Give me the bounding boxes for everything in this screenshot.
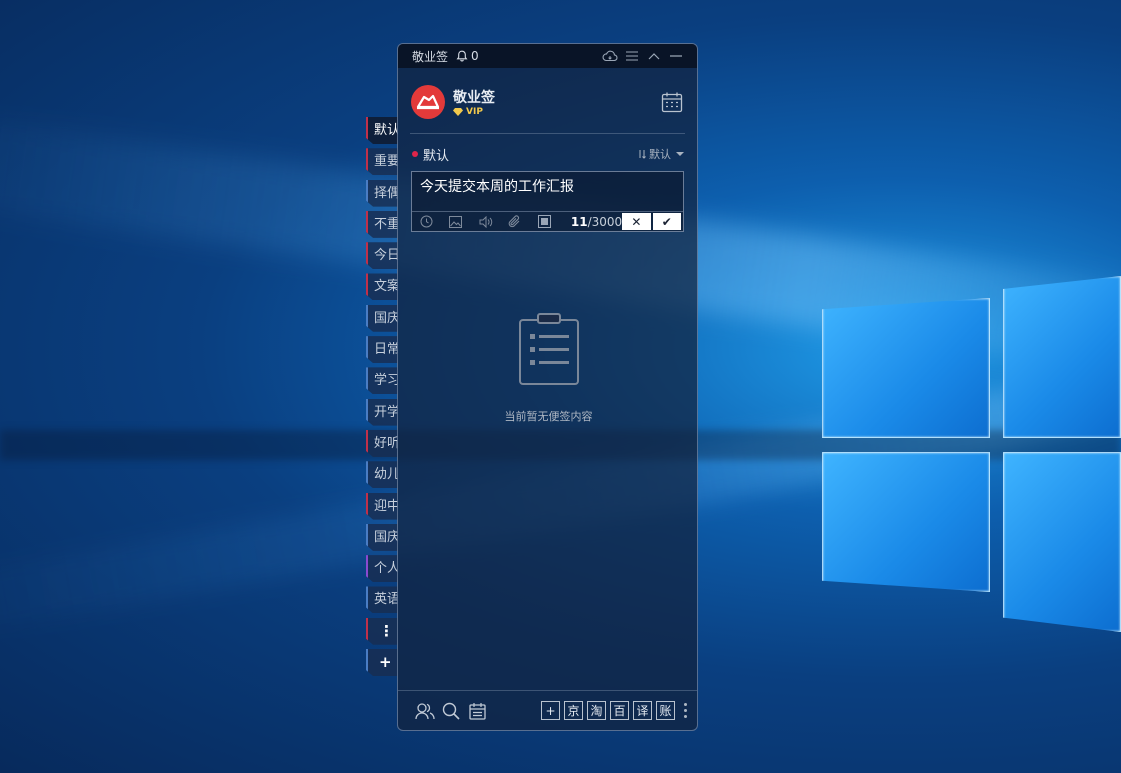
minimize-icon xyxy=(670,55,682,57)
reminder-button[interactable] xyxy=(420,212,449,231)
calendar-button[interactable] xyxy=(660,90,684,114)
clock-icon xyxy=(420,215,433,228)
users-icon xyxy=(415,702,435,719)
quick-add-button[interactable]: + xyxy=(541,701,560,720)
note-editor: 今天提交本周的工作汇报 11/3000 ✕ ✔ xyxy=(411,171,684,232)
chevron-down-icon xyxy=(676,152,684,156)
tab-category[interactable]: 文案 xyxy=(366,273,398,301)
speaker-icon xyxy=(479,215,492,228)
char-counter: 11/3000 xyxy=(571,215,622,229)
bottom-toolbar: + 京 淘 百 译 账 xyxy=(398,690,697,730)
team-button[interactable] xyxy=(412,699,438,723)
notification-button[interactable]: 0 xyxy=(456,49,479,63)
tab-category[interactable]: 今日 xyxy=(366,242,398,270)
group-row: 默认 默认 xyxy=(398,134,697,164)
sort-dropdown[interactable]: 默认 xyxy=(638,146,684,162)
quick-link-taobao[interactable]: 淘 xyxy=(587,701,606,720)
menu-icon xyxy=(626,51,638,61)
tab-category[interactable]: 个人 xyxy=(366,555,398,583)
tab-category[interactable]: 不重 xyxy=(366,210,398,238)
clipboard-icon xyxy=(518,313,579,385)
group-color-dot xyxy=(412,151,418,157)
app-logo-icon xyxy=(416,94,440,110)
char-count: 11 xyxy=(570,214,588,229)
app-window: 敬业签 0 敬业签 VIP 默认 默认 今天提交本周的工作汇报 11/3000 … xyxy=(397,43,698,731)
image-icon xyxy=(449,215,463,228)
quick-link-account[interactable]: 账 xyxy=(656,701,675,720)
notification-count: 0 xyxy=(471,49,479,63)
user-name: 敬业签 xyxy=(453,90,495,106)
vip-label: VIP xyxy=(466,107,483,117)
attach-button[interactable] xyxy=(508,212,537,231)
tab-category[interactable]: 择偶 xyxy=(366,179,398,207)
tab-category[interactable]: 国庆 xyxy=(366,523,398,551)
paperclip-icon xyxy=(508,215,520,228)
quick-link-jd[interactable]: 京 xyxy=(564,701,583,720)
tab-category[interactable]: 开学 xyxy=(366,398,398,426)
sort-icon xyxy=(639,150,646,159)
note-input[interactable]: 今天提交本周的工作汇报 xyxy=(412,172,683,212)
calendar-icon xyxy=(661,92,683,113)
search-button[interactable] xyxy=(438,699,464,723)
group-title: 默认 xyxy=(423,148,450,164)
tab-category[interactable]: 重要 xyxy=(366,148,398,176)
avatar[interactable] xyxy=(411,85,445,119)
tab-category[interactable]: 默认 xyxy=(366,117,398,144)
search-icon xyxy=(442,702,460,720)
calendar-icon xyxy=(468,702,486,720)
bell-icon xyxy=(456,50,468,62)
more-options-icon[interactable] xyxy=(679,703,691,718)
confirm-button[interactable]: ✔ xyxy=(652,213,681,230)
windows-logo-pane xyxy=(822,452,990,592)
square-icon xyxy=(537,215,551,228)
quick-link-baidu[interactable]: 百 xyxy=(610,701,629,720)
category-tabs: 默认 重要 择偶 不重 今日 文案 国庆 日常 学习 开学 好听 幼儿 迎中 国… xyxy=(366,117,398,680)
diamond-icon xyxy=(453,108,463,116)
cloud-sync-button[interactable] xyxy=(599,44,621,68)
user-header: 敬业签 VIP xyxy=(398,68,697,126)
collapse-button[interactable] xyxy=(643,44,665,68)
tab-category[interactable]: 学习 xyxy=(366,367,398,395)
tab-category[interactable]: 日常 xyxy=(366,336,398,364)
chevron-up-icon xyxy=(648,53,660,60)
calendar-list-button[interactable] xyxy=(464,699,490,723)
tab-category[interactable]: 国庆 xyxy=(366,304,398,332)
audio-button[interactable] xyxy=(479,212,508,231)
empty-state: 当前暂无便签内容 xyxy=(398,312,697,424)
cancel-button[interactable]: ✕ xyxy=(622,213,651,230)
tab-category[interactable]: 英语 xyxy=(366,586,398,614)
tab-category[interactable]: 幼儿 xyxy=(366,461,398,489)
minimize-button[interactable] xyxy=(665,44,687,68)
image-button[interactable] xyxy=(449,212,478,231)
tab-category[interactable]: 好听 xyxy=(366,429,398,457)
empty-message: 当前暂无便签内容 xyxy=(504,410,593,423)
tab-add-button[interactable]: + xyxy=(366,649,398,677)
windows-logo-pane xyxy=(1003,276,1121,438)
cloud-icon xyxy=(602,50,618,62)
title-bar[interactable]: 敬业签 0 xyxy=(398,44,697,68)
char-max: /3000 xyxy=(587,214,623,229)
vip-badge: VIP xyxy=(453,107,495,117)
sort-label: 默认 xyxy=(649,148,671,161)
windows-logo-pane xyxy=(822,298,990,438)
app-title: 敬业签 xyxy=(412,49,449,64)
tab-category[interactable]: 迎中 xyxy=(366,492,398,520)
quick-link-translate[interactable]: 译 xyxy=(633,701,652,720)
tab-more-button[interactable]: ⋮ xyxy=(366,617,398,645)
menu-button[interactable] xyxy=(621,44,643,68)
editor-toolbar: 11/3000 ✕ ✔ xyxy=(412,212,683,231)
format-button[interactable] xyxy=(537,212,567,231)
windows-logo-pane xyxy=(1003,452,1121,632)
